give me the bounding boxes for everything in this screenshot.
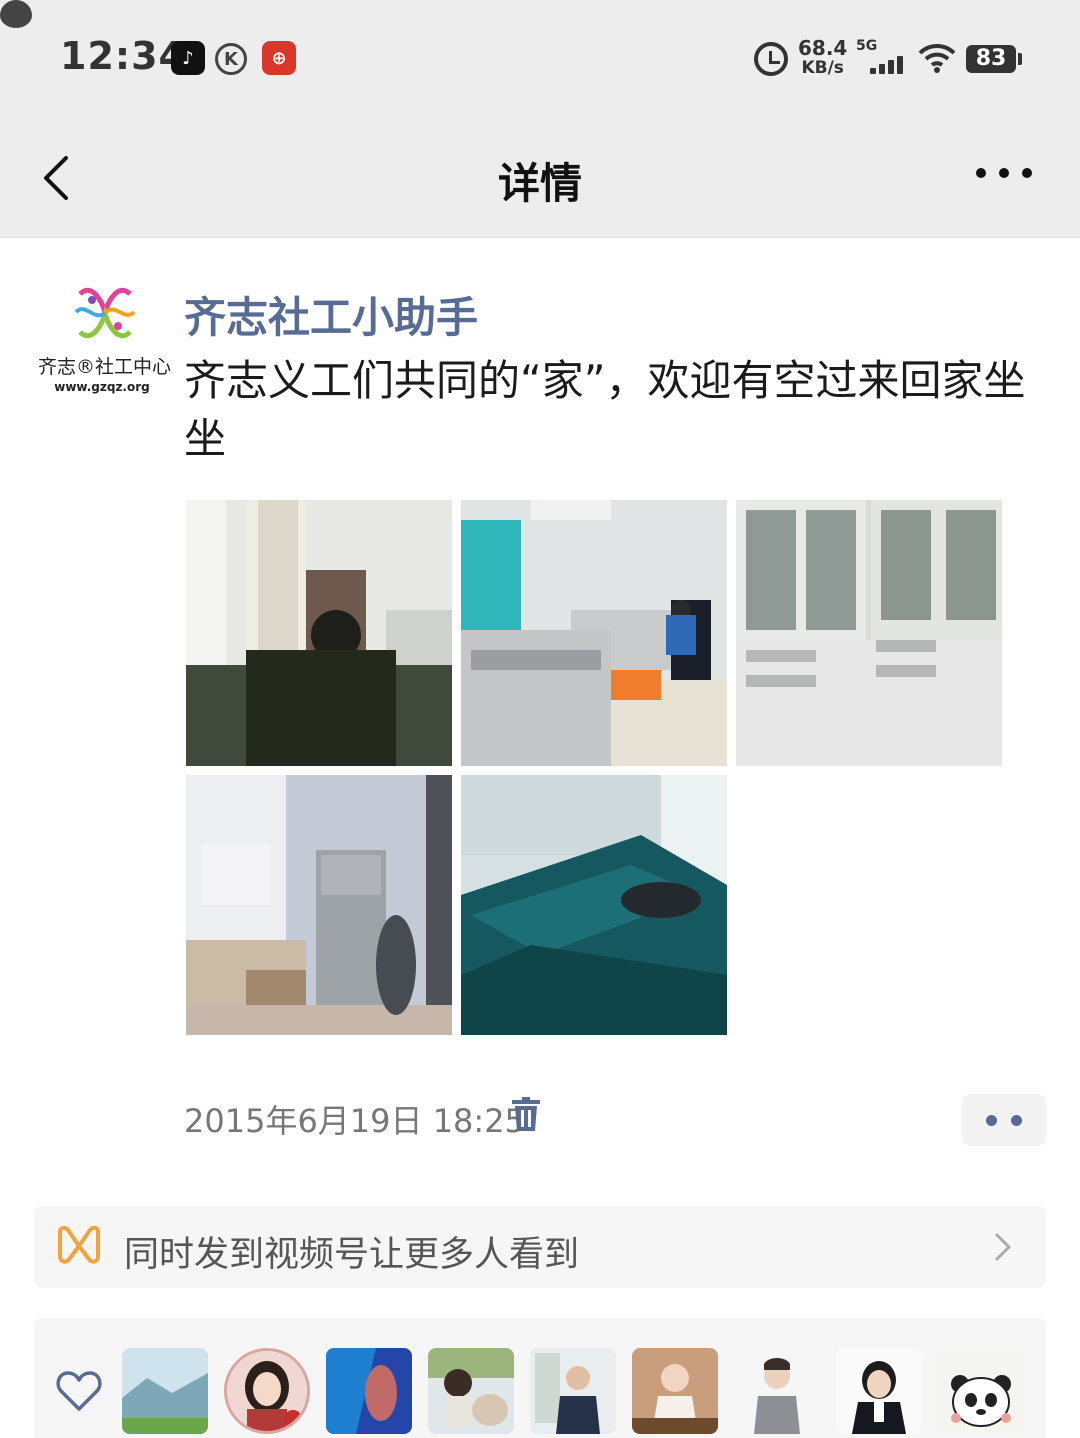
chevron-right-icon: [995, 1233, 1011, 1261]
channels-text: 同时发到视频号让更多人看到: [124, 1235, 580, 1275]
liker-woman-red[interactable]: [224, 1348, 310, 1434]
photo-man-at-desk[interactable]: [186, 500, 452, 766]
status-time: 12:34: [60, 34, 186, 78]
channels-icon: [58, 1226, 100, 1264]
status-bar: 12:34 ♪ K ⊕ 68.4 KB/s 5G 83: [0, 0, 1080, 118]
avatar[interactable]: 齐志®社工中心 www.gzqz.org: [38, 282, 172, 398]
photo-fridge-cabinet[interactable]: [186, 775, 452, 1035]
post-time: 2015年6月19日 18:25: [184, 1102, 525, 1140]
trash-icon[interactable]: [512, 1097, 540, 1131]
liker-poster[interactable]: [326, 1348, 412, 1434]
liker-panda[interactable]: [938, 1348, 1024, 1434]
dot: [976, 168, 986, 178]
liker-child[interactable]: [428, 1348, 514, 1434]
liker-woman-tea[interactable]: [632, 1348, 718, 1434]
liker-landscape[interactable]: [122, 1348, 208, 1434]
dot: [1011, 1114, 1022, 1126]
k-icon: K: [215, 43, 247, 75]
liker-man-grey[interactable]: [734, 1348, 820, 1434]
liker-man-suit[interactable]: [530, 1348, 616, 1434]
photo-green-sofa[interactable]: [461, 775, 727, 1035]
post-author[interactable]: 齐志社工小助手: [184, 284, 478, 345]
chat-icon: [0, 0, 32, 28]
dot: [1022, 168, 1032, 178]
network-speed: 68.4 KB/s: [798, 38, 847, 78]
signal-icon: [870, 56, 908, 74]
speed-value: 68.4: [798, 36, 848, 60]
photo-office-printer[interactable]: [461, 500, 727, 766]
likes-bar: [34, 1318, 1046, 1438]
qizhi-logo-icon: [74, 287, 136, 339]
channels-share-bar[interactable]: 同时发到视频号让更多人看到: [34, 1206, 1046, 1288]
tiktok-icon: ♪: [171, 41, 205, 75]
post-text: 齐志义工们共同的“家”，欢迎有空过来回家坐坐: [184, 356, 1026, 463]
heart-icon: [56, 1371, 102, 1411]
nav-bar: 详情: [0, 118, 1080, 238]
avatar-url: www.gzqz.org: [54, 380, 150, 394]
alarm-icon: [754, 42, 788, 76]
more-dots-icon[interactable]: [976, 168, 1032, 182]
dot: [999, 168, 1009, 178]
liker-woman-dark[interactable]: [836, 1348, 922, 1434]
comment-like-button[interactable]: [962, 1094, 1046, 1146]
wifi-icon: [918, 43, 956, 73]
battery-icon: 83: [966, 45, 1022, 73]
dot: [986, 1114, 997, 1126]
avatar-org-name: 齐志®社工中心: [38, 356, 172, 378]
speed-unit: KB/s: [801, 58, 844, 78]
photo-white-cabinets[interactable]: [736, 500, 1002, 766]
page-title: 详情: [497, 159, 582, 208]
network-type: 5G: [856, 38, 878, 54]
bank-icon: ⊕: [262, 41, 296, 75]
